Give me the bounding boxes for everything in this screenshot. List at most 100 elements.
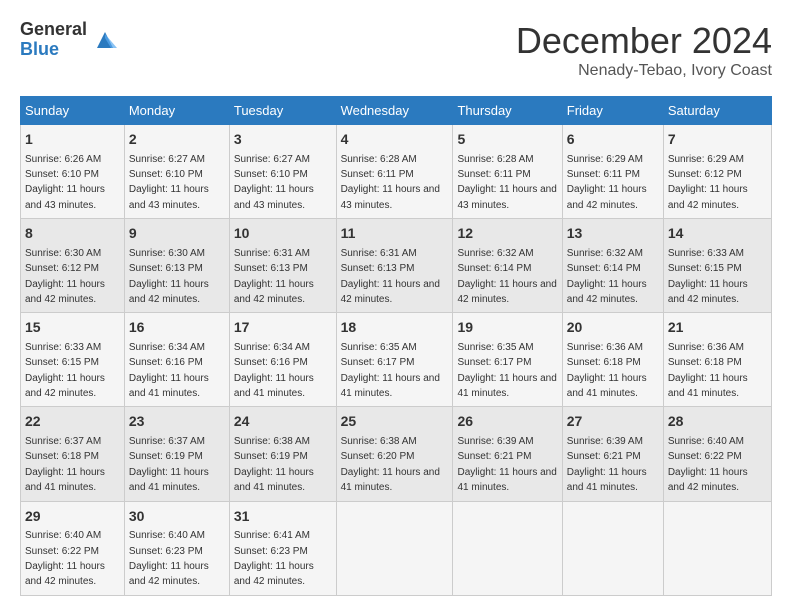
day-number: 24 (234, 412, 332, 432)
day-number: 13 (567, 224, 659, 244)
calendar-cell: 6Sunrise: 6:29 AM Sunset: 6:11 PM Daylig… (562, 125, 663, 219)
day-info: Sunrise: 6:35 AM Sunset: 6:17 PM Dayligh… (341, 342, 440, 399)
day-info: Sunrise: 6:31 AM Sunset: 6:13 PM Dayligh… (341, 248, 440, 305)
day-info: Sunrise: 6:40 AM Sunset: 6:22 PM Dayligh… (668, 436, 748, 493)
day-number: 9 (129, 224, 225, 244)
day-number: 10 (234, 224, 332, 244)
header-friday: Friday (562, 97, 663, 125)
location-title: Nenady-Tebao, Ivory Coast (516, 62, 772, 80)
day-number: 22 (25, 412, 120, 432)
calendar-cell: 13 Sunrise: 6:32 AM Sunset: 6:14 PM Dayli… (562, 219, 663, 313)
header-saturday: Saturday (663, 97, 771, 125)
day-info: Sunrise: 6:35 AM Sunset: 6:17 PM Dayligh… (457, 342, 556, 399)
day-info: Sunrise: 6:31 AM Sunset: 6:13 PM Dayligh… (234, 248, 314, 305)
calendar-cell: 20Sunrise: 6:36 AM Sunset: 6:18 PM Dayli… (562, 313, 663, 407)
day-info: Sunrise: 6:32 AM Sunset: 6:14 PM Dayligh… (567, 248, 647, 305)
logo: General Blue (20, 20, 119, 60)
day-number: 31 (234, 507, 332, 527)
day-number: 6 (567, 130, 659, 150)
day-info: Sunrise: 6:34 AM Sunset: 6:16 PM Dayligh… (234, 342, 314, 399)
calendar-cell: 26 Sunrise: 6:39 AM Sunset: 6:21 PM Dayli… (453, 407, 562, 501)
day-number: 28 (668, 412, 767, 432)
day-number: 4 (341, 130, 449, 150)
calendar-cell: 22 Sunrise: 6:37 AM Sunset: 6:18 PM Dayli… (21, 407, 125, 501)
calendar-cell (663, 501, 771, 595)
day-number: 12 (457, 224, 557, 244)
day-info: Sunrise: 6:32 AM Sunset: 6:14 PM Dayligh… (457, 248, 556, 305)
day-info: Sunrise: 6:34 AM Sunset: 6:16 PM Dayligh… (129, 342, 209, 399)
calendar-cell: 17Sunrise: 6:34 AM Sunset: 6:16 PM Dayli… (229, 313, 336, 407)
calendar-cell: 8 Sunrise: 6:30 AM Sunset: 6:12 PM Daylig… (21, 219, 125, 313)
calendar-cell (562, 501, 663, 595)
day-info: Sunrise: 6:33 AM Sunset: 6:15 PM Dayligh… (25, 342, 105, 399)
calendar-cell: 28 Sunrise: 6:40 AM Sunset: 6:22 PM Dayli… (663, 407, 771, 501)
day-info: Sunrise: 6:36 AM Sunset: 6:18 PM Dayligh… (567, 342, 647, 399)
day-info: Sunrise: 6:38 AM Sunset: 6:19 PM Dayligh… (234, 436, 314, 493)
day-number: 19 (457, 318, 557, 338)
day-info: Sunrise: 6:28 AM Sunset: 6:11 PM Dayligh… (341, 154, 440, 211)
title-block: December 2024 Nenady-Tebao, Ivory Coast (516, 20, 772, 80)
calendar-cell (453, 501, 562, 595)
day-number: 18 (341, 318, 449, 338)
calendar-header-row: SundayMondayTuesdayWednesdayThursdayFrid… (21, 97, 772, 125)
logo-general: General (20, 20, 87, 40)
day-info: Sunrise: 6:41 AM Sunset: 6:23 PM Dayligh… (234, 530, 314, 587)
day-info: Sunrise: 6:37 AM Sunset: 6:19 PM Dayligh… (129, 436, 209, 493)
calendar-cell: 12 Sunrise: 6:32 AM Sunset: 6:14 PM Dayli… (453, 219, 562, 313)
day-number: 26 (457, 412, 557, 432)
calendar-body: 1Sunrise: 6:26 AM Sunset: 6:10 PM Daylig… (21, 125, 772, 596)
day-number: 16 (129, 318, 225, 338)
day-number: 27 (567, 412, 659, 432)
day-info: Sunrise: 6:39 AM Sunset: 6:21 PM Dayligh… (567, 436, 647, 493)
page-header: General Blue December 2024 Nenady-Tebao,… (20, 20, 772, 80)
day-info: Sunrise: 6:27 AM Sunset: 6:10 PM Dayligh… (234, 154, 314, 211)
calendar-cell: 31 Sunrise: 6:41 AM Sunset: 6:23 PM Dayli… (229, 501, 336, 595)
month-title: December 2024 (516, 20, 772, 62)
day-info: Sunrise: 6:30 AM Sunset: 6:12 PM Dayligh… (25, 248, 105, 305)
calendar-cell: 27 Sunrise: 6:39 AM Sunset: 6:21 PM Dayli… (562, 407, 663, 501)
header-sunday: Sunday (21, 97, 125, 125)
calendar-cell: 11Sunrise: 6:31 AM Sunset: 6:13 PM Dayli… (336, 219, 453, 313)
day-number: 14 (668, 224, 767, 244)
calendar-cell: 24 Sunrise: 6:38 AM Sunset: 6:19 PM Dayli… (229, 407, 336, 501)
day-info: Sunrise: 6:36 AM Sunset: 6:18 PM Dayligh… (668, 342, 748, 399)
day-info: Sunrise: 6:26 AM Sunset: 6:10 PM Dayligh… (25, 154, 105, 211)
day-info: Sunrise: 6:37 AM Sunset: 6:18 PM Dayligh… (25, 436, 105, 493)
header-thursday: Thursday (453, 97, 562, 125)
calendar-cell: 23Sunrise: 6:37 AM Sunset: 6:19 PM Dayli… (124, 407, 229, 501)
day-info: Sunrise: 6:39 AM Sunset: 6:21 PM Dayligh… (457, 436, 556, 493)
calendar-cell: 18 Sunrise: 6:35 AM Sunset: 6:17 PM Dayli… (336, 313, 453, 407)
calendar-cell: 7Sunrise: 6:29 AM Sunset: 6:12 PM Daylig… (663, 125, 771, 219)
calendar-cell: 16 Sunrise: 6:34 AM Sunset: 6:16 PM Dayli… (124, 313, 229, 407)
calendar-cell: 1Sunrise: 6:26 AM Sunset: 6:10 PM Daylig… (21, 125, 125, 219)
calendar-cell: 9 Sunrise: 6:30 AM Sunset: 6:13 PM Daylig… (124, 219, 229, 313)
calendar-cell: 3 Sunrise: 6:27 AM Sunset: 6:10 PM Daylig… (229, 125, 336, 219)
day-number: 5 (457, 130, 557, 150)
header-tuesday: Tuesday (229, 97, 336, 125)
calendar-week-row: 22 Sunrise: 6:37 AM Sunset: 6:18 PM Dayli… (21, 407, 772, 501)
day-info: Sunrise: 6:30 AM Sunset: 6:13 PM Dayligh… (129, 248, 209, 305)
day-info: Sunrise: 6:40 AM Sunset: 6:23 PM Dayligh… (129, 530, 209, 587)
calendar-cell: 19 Sunrise: 6:35 AM Sunset: 6:17 PM Dayli… (453, 313, 562, 407)
calendar-cell: 15 Sunrise: 6:33 AM Sunset: 6:15 PM Dayli… (21, 313, 125, 407)
day-number: 8 (25, 224, 120, 244)
calendar-cell (336, 501, 453, 595)
day-number: 15 (25, 318, 120, 338)
calendar-cell: 5 Sunrise: 6:28 AM Sunset: 6:11 PM Daylig… (453, 125, 562, 219)
day-info: Sunrise: 6:33 AM Sunset: 6:15 PM Dayligh… (668, 248, 748, 305)
day-info: Sunrise: 6:27 AM Sunset: 6:10 PM Dayligh… (129, 154, 209, 211)
calendar-table: SundayMondayTuesdayWednesdayThursdayFrid… (20, 96, 772, 596)
calendar-cell: 2 Sunrise: 6:27 AM Sunset: 6:10 PM Daylig… (124, 125, 229, 219)
calendar-week-row: 29Sunrise: 6:40 AM Sunset: 6:22 PM Dayli… (21, 501, 772, 595)
logo-blue: Blue (20, 40, 87, 60)
day-number: 3 (234, 130, 332, 150)
day-info: Sunrise: 6:28 AM Sunset: 6:11 PM Dayligh… (457, 154, 556, 211)
day-number: 2 (129, 130, 225, 150)
logo-icon (91, 26, 119, 54)
day-number: 25 (341, 412, 449, 432)
day-number: 29 (25, 507, 120, 527)
day-info: Sunrise: 6:38 AM Sunset: 6:20 PM Dayligh… (341, 436, 440, 493)
header-monday: Monday (124, 97, 229, 125)
calendar-cell: 25 Sunrise: 6:38 AM Sunset: 6:20 PM Dayli… (336, 407, 453, 501)
header-wednesday: Wednesday (336, 97, 453, 125)
